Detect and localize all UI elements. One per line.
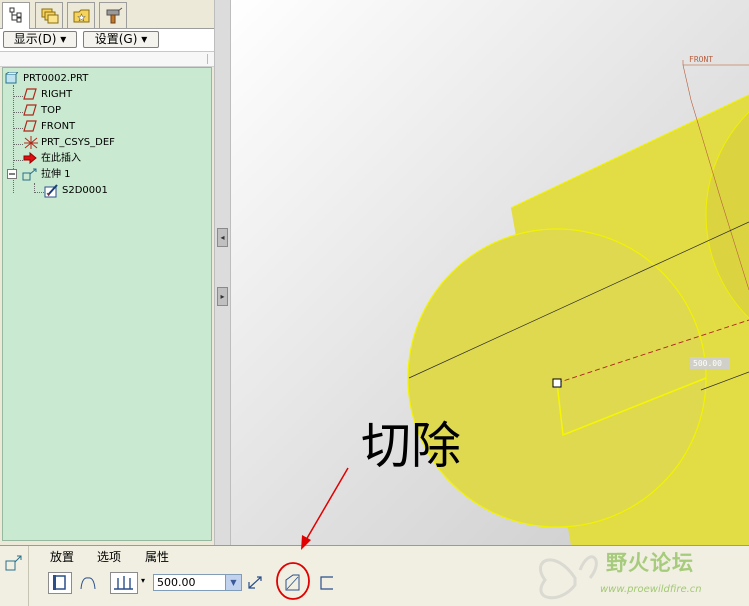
thicken-sketch-button[interactable] [318,574,336,592]
model-tree-icon [9,7,22,23]
coordinate-system-icon [24,136,38,149]
solid-icon [53,575,66,590]
part-icon [5,72,18,84]
collapse-toggle-icon[interactable] [7,169,18,180]
chevron-down-icon[interactable]: ▾ [141,576,145,585]
blind-depth-icon [114,576,133,590]
datum-plane-icon [23,120,37,132]
cylinder-near-face[interactable] [407,228,707,528]
navigator-tabstrip [0,0,214,29]
tab-layers[interactable] [35,2,63,28]
datum-label-front: FRONT [689,55,713,64]
tree-item-label: TOP [41,105,62,116]
tree-item-label: S2D0001 [62,185,108,196]
chevron-down-icon: ▾ [141,32,148,46]
datum-plane-icon [23,88,37,100]
flip-direction-icon [248,576,262,589]
dimension-value: 500.00 [693,359,722,368]
extrude-tool-icon [5,555,22,571]
depth-drag-handle[interactable] [552,378,562,388]
show-menu-button[interactable]: 显示(D) ▾ [3,31,77,48]
depth-value-text: 500.00 [157,576,196,589]
thicken-sketch-icon [320,576,333,590]
tree-item-label: FRONT [41,121,76,132]
tree-root-label: PRT0002.PRT [23,73,89,84]
depth-option-button[interactable] [110,572,138,594]
tree-guide-line [13,112,23,113]
column-divider[interactable] [207,54,208,64]
extrude-dashboard: 放置 选项 属性 ▾ 500.00 ▼ [0,545,749,606]
solid-toggle-button[interactable] [48,572,72,594]
datum-plane-icon [23,104,37,116]
tree-item-label: RIGHT [41,89,73,100]
tab-favorites[interactable] [67,2,95,28]
surface-icon [80,577,96,590]
remove-material-button[interactable] [283,574,301,592]
expand-right-icon[interactable]: ▸ [217,287,228,306]
proe-window: 显示(D) ▾ 设置(G) ▾ PRT0002.PRT RIGHT TOP FR… [0,0,749,606]
tab-model-tree[interactable] [2,2,30,29]
tree-item-label: 拉伸 1 [41,169,71,180]
tree-guide-line [13,160,23,161]
panel-splitter[interactable]: ◂ ▸ [214,0,231,545]
folder-layers-icon [41,8,59,24]
navigator-menubar: 显示(D) ▾ 设置(G) ▾ [0,29,214,52]
tree-item-label: 在此插入 [41,153,81,164]
surface-toggle-button[interactable] [78,574,100,594]
settings-menu-button[interactable]: 设置(G) ▾ [83,31,159,48]
remove-material-icon [285,574,300,591]
tools-icon [106,7,123,24]
extrude-feature-icon [22,168,37,181]
insert-here-arrow-icon [23,152,37,164]
tree-guide-line [13,96,23,97]
flip-direction-button[interactable] [247,574,265,592]
graphics-window[interactable]: FRONT 500.00 [231,0,749,545]
sketch-icon [44,184,58,198]
chevron-down-icon: ▾ [60,32,67,46]
chevron-down-icon[interactable]: ▼ [225,575,241,590]
navigator-panel: 显示(D) ▾ 设置(G) ▾ PRT0002.PRT RIGHT TOP FR… [0,0,214,545]
tab-connections[interactable] [99,2,127,28]
collapse-left-icon[interactable]: ◂ [217,228,228,247]
show-menu-label: 显示(D) [13,32,57,46]
settings-menu-label: 设置(G) [94,32,138,46]
model-tree: PRT0002.PRT RIGHT TOP FRONT PRT_CSYS_DEF… [2,67,212,541]
favorites-folder-icon [73,9,90,23]
dashboard-separator [28,546,29,606]
model-view[interactable]: FRONT 500.00 [231,0,749,545]
tree-guide-line [34,192,44,193]
tab-properties[interactable]: 属性 [145,550,169,564]
column-header [0,52,214,67]
tree-item-label: PRT_CSYS_DEF [41,137,115,148]
tab-options[interactable]: 选项 [97,550,121,564]
tab-placement[interactable]: 放置 [50,550,74,564]
depth-value-field[interactable]: 500.00 ▼ [153,574,242,591]
tree-guide-line [13,128,23,129]
tree-guide-line [13,144,23,145]
